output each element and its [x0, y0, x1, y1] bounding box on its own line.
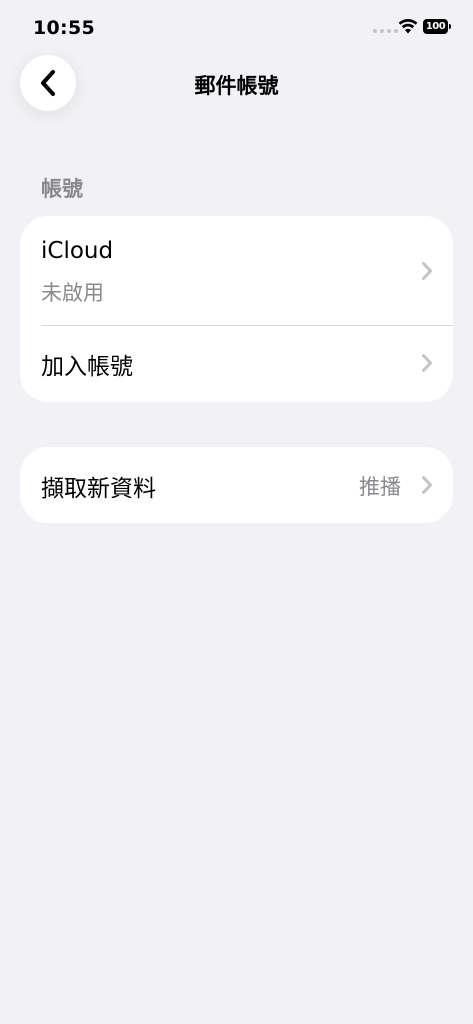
add-account-label: 加入帳號	[41, 354, 133, 380]
chevron-right-icon	[422, 476, 432, 494]
accounts-card: iCloud 未啟用 加入帳號	[20, 216, 453, 402]
fetch-mode-value: 推播	[359, 475, 401, 499]
status-bar: 10:55 100	[0, 0, 473, 56]
fetch-new-data-row[interactable]: 擷取新資料 推播	[20, 447, 453, 523]
add-account-button[interactable]: 加入帳號	[20, 325, 453, 402]
fetch-new-data-label: 擷取新資料	[41, 476, 156, 502]
account-row-icloud[interactable]: iCloud 未啟用	[20, 216, 453, 325]
account-status: 未啟用	[41, 281, 104, 305]
chevron-right-icon	[422, 262, 432, 280]
battery-level: 100	[423, 19, 448, 34]
fetch-card: 擷取新資料 推播	[20, 447, 453, 523]
wifi-icon	[398, 19, 418, 34]
account-title: iCloud	[41, 238, 114, 264]
battery-icon: 100	[423, 19, 453, 34]
status-time: 10:55	[33, 17, 95, 39]
section-header-accounts: 帳號	[41, 177, 83, 201]
chevron-right-icon	[422, 354, 432, 372]
cellular-signal-icon	[373, 29, 398, 33]
page-title: 郵件帳號	[194, 74, 279, 98]
